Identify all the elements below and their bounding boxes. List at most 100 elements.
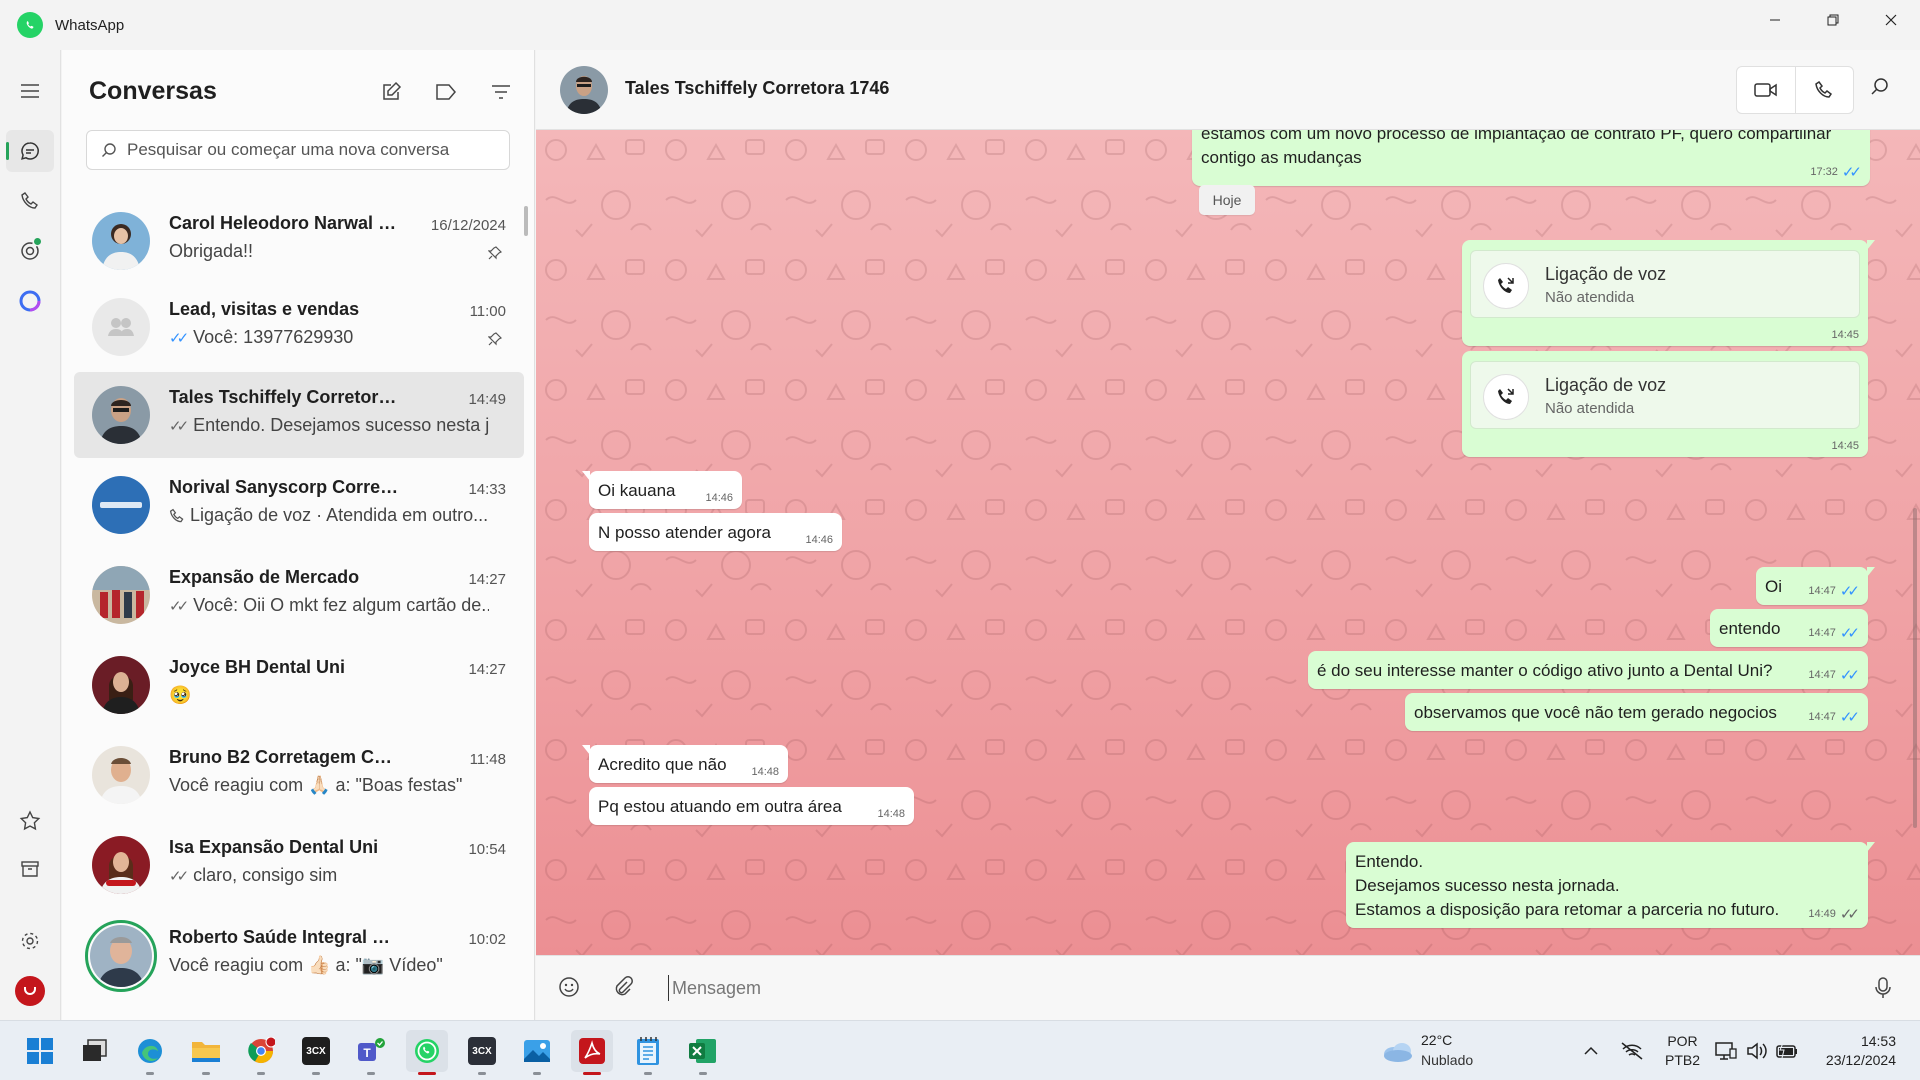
- labels-icon[interactable]: [432, 78, 459, 105]
- photos-icon[interactable]: [516, 1030, 558, 1075]
- emoji-icon[interactable]: [558, 976, 580, 1003]
- edge-icon[interactable]: [129, 1030, 171, 1075]
- network-offline-icon[interactable]: [1620, 1021, 1644, 1080]
- message-outgoing[interactable]: Oi 14:47 ✓✓: [1756, 567, 1875, 605]
- message-outgoing[interactable]: observamos que você não tem gerado negoc…: [1405, 693, 1868, 731]
- acrobat-icon[interactable]: [571, 1030, 613, 1075]
- search-box[interactable]: [86, 130, 510, 170]
- message-input[interactable]: [668, 975, 1818, 1001]
- chat-search-icon[interactable]: [1870, 77, 1890, 102]
- message-time: 14:46: [805, 534, 833, 546]
- show-hidden-icons-icon[interactable]: [1583, 1021, 1599, 1080]
- message-incoming[interactable]: Oi kauana 14:46: [582, 471, 742, 509]
- message-outgoing[interactable]: entendo 14:47 ✓✓: [1710, 609, 1868, 647]
- notepad-icon[interactable]: [627, 1030, 669, 1075]
- list-scrollbar[interactable]: [524, 206, 528, 236]
- chat-scrollbar[interactable]: [1913, 508, 1917, 828]
- weather-description: Nublado: [1421, 1052, 1474, 1068]
- 3cx-icon[interactable]: 3CX: [295, 1030, 337, 1075]
- title-bar: WhatsApp: [0, 0, 1920, 50]
- start-button[interactable]: [19, 1030, 61, 1072]
- conversation-item[interactable]: Joyce BH Dental Uni 14:27 🥹: [74, 642, 524, 728]
- excel-icon[interactable]: [682, 1030, 724, 1075]
- whatsapp-taskbar-icon[interactable]: [406, 1030, 448, 1075]
- conversation-time: 14:27: [468, 571, 506, 588]
- call-status: Não atendida: [1545, 400, 1635, 417]
- starred-icon[interactable]: [6, 800, 54, 842]
- profile-avatar[interactable]: [6, 970, 54, 1012]
- clock-date: 23/12/2024: [1825, 1052, 1896, 1068]
- teams-icon[interactable]: T: [350, 1030, 392, 1075]
- conversation-name: Tales Tschiffely Corretora 1746: [169, 387, 399, 407]
- avatar: [92, 746, 150, 804]
- avatar: [92, 386, 150, 444]
- conversation-name: Expansão de Mercado: [169, 567, 360, 587]
- system-clock[interactable]: 14:53 23/12/2024: [1810, 1032, 1896, 1070]
- message-text: entendo: [1719, 619, 1781, 638]
- settings-icon[interactable]: [6, 920, 54, 962]
- conversation-item-selected[interactable]: Tales Tschiffely Corretora 1746 14:49 ✓✓…: [74, 372, 524, 458]
- archived-icon[interactable]: [6, 848, 54, 890]
- conversation-time: 14:49: [468, 391, 506, 408]
- battery-icon[interactable]: [1775, 1021, 1799, 1080]
- restore-button[interactable]: [1804, 0, 1862, 40]
- calls-icon[interactable]: [6, 180, 54, 222]
- conversation-item[interactable]: Expansão de Mercado 14:27 ✓✓ Você: Oii O …: [74, 552, 524, 638]
- task-view-icon[interactable]: [74, 1030, 116, 1072]
- message-outgoing[interactable]: estamos com um novo processo de implanta…: [1192, 130, 1870, 186]
- chat-header[interactable]: Tales Tschiffely Corretora 1746: [536, 50, 1920, 130]
- missed-call-icon: [1483, 374, 1529, 420]
- 3cx-tile: 3CX: [468, 1037, 496, 1065]
- message-text: Oi: [1765, 577, 1782, 596]
- video-call-icon[interactable]: [1737, 67, 1795, 113]
- message-outgoing[interactable]: Entendo. Desejamos sucesso nesta jornada…: [1346, 842, 1875, 928]
- display-icon[interactable]: [1715, 1021, 1737, 1080]
- conversation-item[interactable]: Lead, visitas e vendas 11:00 ✓✓ Você: 139…: [74, 284, 524, 370]
- volume-icon[interactable]: [1746, 1021, 1768, 1080]
- message-area[interactable]: estamos com um novo processo de implanta…: [536, 130, 1920, 955]
- message-text: Pq estou atuando em outra área: [598, 797, 842, 816]
- message-text: Desejamos sucesso nesta jornada.: [1355, 876, 1620, 895]
- status-icon[interactable]: [6, 230, 54, 272]
- call-message[interactable]: Ligação de voz Não atendida 14:45: [1462, 351, 1868, 457]
- message-time: 17:32: [1810, 166, 1838, 178]
- minimize-button[interactable]: [1746, 0, 1804, 40]
- message-text: estamos com um novo processo de implanta…: [1201, 130, 1832, 143]
- conversation-time: 14:27: [468, 661, 506, 678]
- conversation-name: Bruno B2 Corretagem Corretora...: [169, 747, 399, 767]
- chats-icon[interactable]: [6, 130, 54, 172]
- file-explorer-icon[interactable]: [185, 1030, 227, 1075]
- call-message[interactable]: Ligação de voz Não atendida 14:45: [1462, 240, 1875, 346]
- avatar: [92, 212, 150, 270]
- message-text: observamos que você não tem gerado negoc…: [1414, 703, 1777, 722]
- missed-call-card[interactable]: Ligação de voz Não atendida: [1470, 361, 1860, 429]
- filter-icon[interactable]: [487, 78, 514, 105]
- contact-name[interactable]: Tales Tschiffely Corretora 1746: [625, 78, 889, 99]
- conversation-item[interactable]: Bruno B2 Corretagem Corretora... 11:48 V…: [74, 732, 524, 818]
- message-incoming[interactable]: Pq estou atuando em outra área 14:48: [589, 787, 914, 825]
- microphone-icon[interactable]: [1874, 976, 1892, 1005]
- conversation-item[interactable]: Isa Expansão Dental Uni 10:54 ✓✓ claro, c…: [74, 822, 524, 908]
- voice-call-icon[interactable]: [1794, 67, 1854, 113]
- message-outgoing[interactable]: é do seu interesse manter o código ativo…: [1308, 651, 1868, 689]
- search-input[interactable]: [127, 140, 497, 160]
- 3cx-icon[interactable]: 3CX: [461, 1030, 503, 1075]
- message-time: 14:46: [705, 492, 733, 504]
- chrome-icon[interactable]: [240, 1030, 282, 1075]
- contact-avatar[interactable]: [560, 66, 608, 114]
- message-incoming[interactable]: Acredito que não 14:48: [582, 745, 788, 783]
- new-chat-icon[interactable]: [377, 78, 404, 105]
- conversation-time: 10:02: [468, 931, 506, 948]
- input-language[interactable]: POR PTB2: [1665, 1032, 1700, 1070]
- meta-ai-icon[interactable]: [6, 280, 54, 322]
- conversation-item[interactable]: Norival Sanyscorp Corretora 1773 14:33 L…: [74, 462, 524, 548]
- close-button[interactable]: [1862, 0, 1920, 40]
- missed-call-card[interactable]: Ligação de voz Não atendida: [1470, 250, 1860, 318]
- conversation-item[interactable]: Roberto Saúde Integral Corretor... 10:02…: [74, 912, 524, 998]
- attach-icon[interactable]: [612, 976, 634, 1003]
- avatar-with-status-ring: [85, 920, 157, 992]
- message-incoming[interactable]: N posso atender agora 14:46: [589, 513, 842, 551]
- menu-icon[interactable]: [6, 70, 54, 112]
- date-separator: Hoje: [1199, 185, 1255, 215]
- conversation-item[interactable]: Carol Heleodoro Narwal Le... 16/12/2024 …: [74, 198, 524, 284]
